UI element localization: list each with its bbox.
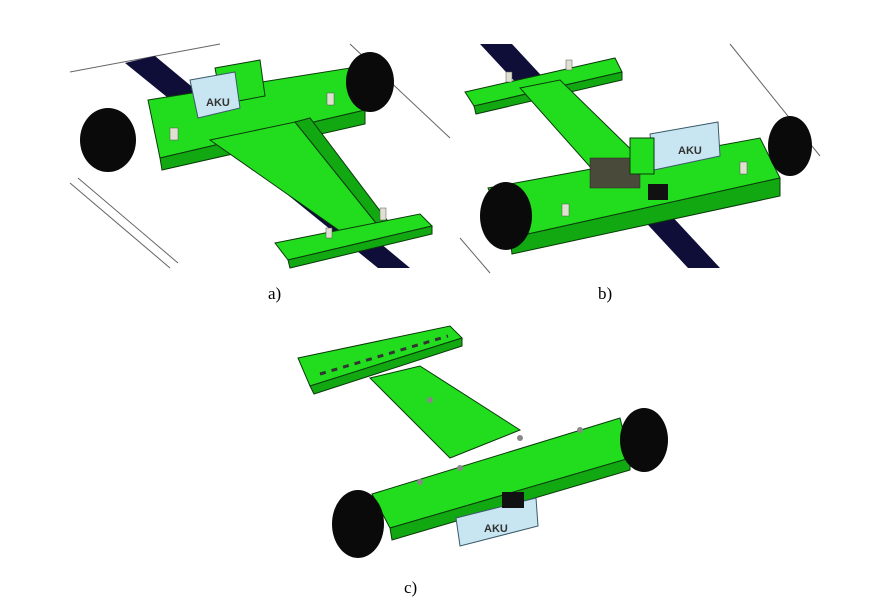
right-wheel [768,116,812,176]
panel-c: AKU [280,318,700,568]
right-wheel [620,408,668,472]
right-wheel [346,52,394,112]
caption-a: a) [268,284,282,303]
battery-label: AKU [206,97,230,109]
caption-c: c) [404,578,418,597]
left-wheel [480,182,532,250]
robot-render-a: AKU [69,43,451,269]
robot-render-c: AKU [297,325,668,558]
battery-label: AKU [678,145,702,157]
panel-b: AKU [450,38,850,278]
left-wheel [80,108,136,172]
left-wheel [332,490,384,558]
panel-a: AKU [60,38,460,278]
chassis-stem [369,365,522,459]
caption-b: b) [598,284,613,303]
battery-label: AKU [484,523,508,535]
robot-render-b: AKU [459,43,821,274]
